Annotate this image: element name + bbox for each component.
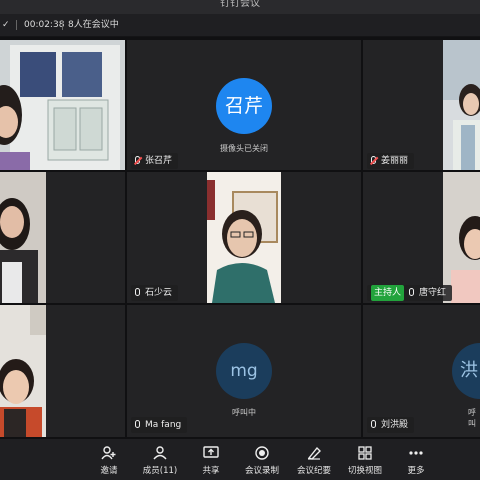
participant-name: 姜丽丽 xyxy=(381,156,409,166)
host-badge: 主持人 xyxy=(371,285,405,301)
window-titlebar: 钉钉会议 xyxy=(0,0,480,14)
participant-name: 唐守红 xyxy=(419,288,447,298)
minutes-icon xyxy=(307,446,321,460)
meeting-status-bar: ✓ 00:02:38 8人在会议中 xyxy=(0,14,480,36)
members-label: 成员(11) xyxy=(142,466,178,476)
participant-name-bar: 刘洪殿 xyxy=(367,417,415,433)
muted-microphone-icon xyxy=(371,156,376,164)
switch-view-icon xyxy=(358,446,372,460)
meeting-timer: 00:02:38 xyxy=(24,20,65,30)
window-title: 钉钉会议 xyxy=(220,0,260,9)
microphone-icon xyxy=(371,420,376,428)
minutes-button[interactable]: 会议纪要 xyxy=(291,439,337,480)
more-icon xyxy=(409,451,423,455)
video-tile-tang[interactable]: 主持人 唐守红 xyxy=(363,172,480,303)
meeting-toolbar: 邀请 成员(11) 共享 会议录制 会议纪要 切换视图 更多 xyxy=(0,439,480,480)
participant-name-bar: Ma fang xyxy=(131,417,188,433)
minutes-label: 会议纪要 xyxy=(296,466,331,476)
video-tile-liu[interactable]: 洪 呼叫 刘洪殿 xyxy=(363,305,480,437)
microphone-icon xyxy=(135,420,140,428)
participant-count: 8人在会议中 xyxy=(68,20,119,30)
switch-view-button[interactable]: 切换视图 xyxy=(342,439,388,480)
more-button[interactable]: 更多 xyxy=(393,439,439,480)
video-tile-participant-3[interactable] xyxy=(0,305,125,437)
participant-name-bar: 主持人 唐守红 xyxy=(367,285,453,301)
participant-video xyxy=(0,305,46,437)
participant-name: 张召芹 xyxy=(145,156,173,166)
share-button[interactable]: 共享 xyxy=(188,439,234,480)
share-label: 共享 xyxy=(202,466,220,476)
participant-name: Ma fang xyxy=(145,420,182,430)
avatar: mg xyxy=(216,343,272,399)
divider xyxy=(16,20,17,30)
microphone-icon xyxy=(409,288,415,296)
invite-icon xyxy=(101,446,116,460)
record-icon xyxy=(255,446,269,460)
participant-video xyxy=(0,40,125,170)
participant-video xyxy=(0,172,46,303)
invite-button[interactable]: 邀请 xyxy=(86,439,132,480)
participant-video xyxy=(443,40,480,170)
calling-label: 呼叫 xyxy=(468,408,476,428)
participant-name-bar: 石少云 xyxy=(131,285,179,301)
switch-view-label: 切换视图 xyxy=(347,466,382,476)
more-label: 更多 xyxy=(407,466,425,476)
check-icon[interactable]: ✓ xyxy=(2,14,10,36)
invite-label: 邀请 xyxy=(100,466,118,476)
participant-name: 刘洪殿 xyxy=(381,420,409,430)
muted-microphone-icon xyxy=(135,156,140,164)
avatar: 召芹 xyxy=(216,78,272,134)
video-tile-mafang[interactable]: mg 呼叫中 Ma fang xyxy=(127,305,361,437)
members-button[interactable]: 成员(11) xyxy=(137,439,183,480)
members-icon xyxy=(153,446,167,460)
divider xyxy=(62,20,63,30)
microphone-icon xyxy=(135,288,140,296)
video-tile-shi[interactable]: 石少云 xyxy=(127,172,361,303)
share-icon xyxy=(203,446,219,458)
record-label: 会议录制 xyxy=(244,466,279,476)
avatar: 洪 xyxy=(452,343,480,399)
participant-name-bar: 姜丽丽 xyxy=(367,153,415,169)
participant-name: 石少云 xyxy=(145,288,173,298)
video-tile-participant-2[interactable] xyxy=(0,172,125,303)
participant-name-bar: 张召芹 xyxy=(131,153,179,169)
video-grid: 召芹 摄像头已关闭 张召芹 姜丽丽 石少云 主持人 唐守红 mg 呼叫中 Ma … xyxy=(0,37,480,439)
record-button[interactable]: 会议录制 xyxy=(239,439,285,480)
participant-video xyxy=(207,172,281,303)
video-tile-zhang[interactable]: 召芹 摄像头已关闭 张召芹 xyxy=(127,40,361,170)
participant-video xyxy=(443,172,480,303)
video-tile-jiang[interactable]: 姜丽丽 xyxy=(363,40,480,170)
video-tile-participant-1[interactable] xyxy=(0,40,125,170)
